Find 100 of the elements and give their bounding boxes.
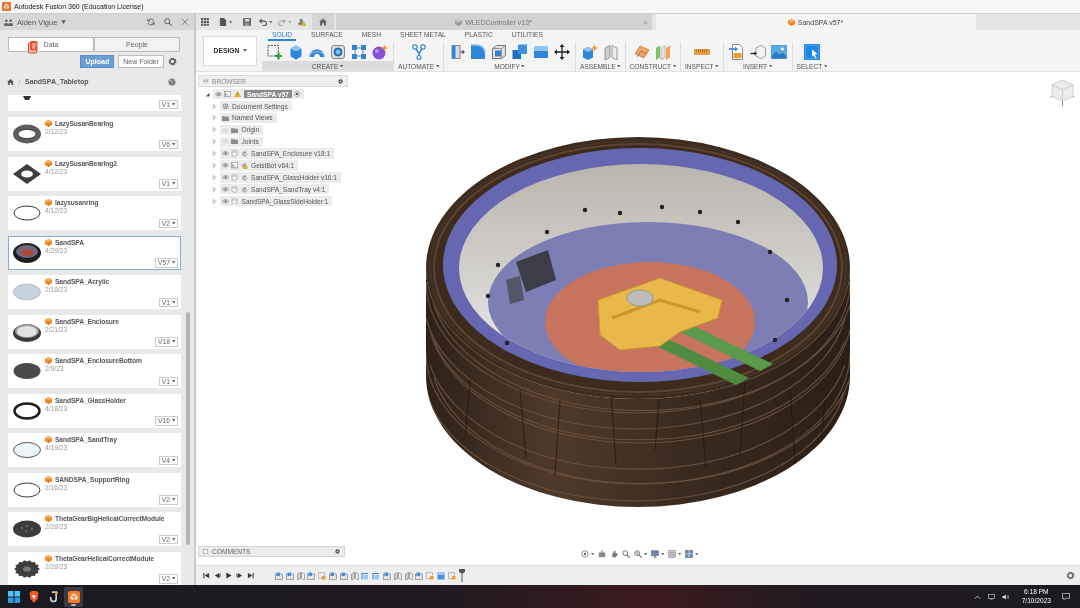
volume-icon[interactable] [1001, 593, 1009, 600]
eye-icon[interactable] [221, 186, 229, 193]
shield-icon [27, 590, 40, 603]
home-icon[interactable] [7, 78, 14, 85]
caret-icon [229, 20, 233, 24]
taskbar-app[interactable] [64, 586, 83, 607]
eye-icon[interactable] [214, 90, 222, 98]
thin-ring-icon [12, 203, 41, 223]
search-icon[interactable] [164, 18, 172, 26]
settings-icon[interactable] [1066, 571, 1075, 580]
scrollbar[interactable] [186, 312, 190, 545]
sketch-plus-icon[interactable] [267, 43, 283, 60]
step-back-icon[interactable] [214, 572, 221, 579]
box-icon[interactable] [436, 571, 445, 580]
hinge-icon[interactable] [602, 43, 619, 60]
pin-icon[interactable] [335, 549, 340, 554]
grid-icon[interactable] [668, 550, 676, 558]
caret-icon [171, 340, 175, 344]
axis-icon[interactable] [372, 571, 381, 580]
component-icon [224, 90, 231, 98]
save-icon[interactable] [242, 18, 251, 26]
caret-icon[interactable] [205, 91, 210, 97]
pin-icon[interactable] [338, 78, 343, 84]
display-icon[interactable] [651, 550, 659, 558]
sketch-icon[interactable] [426, 571, 435, 580]
joint-icon[interactable] [296, 571, 305, 580]
zoom-window-icon[interactable] [634, 550, 642, 558]
component-icon[interactable] [339, 571, 348, 580]
close-icon[interactable] [181, 18, 189, 26]
box-icon[interactable] [288, 43, 304, 60]
undo-icon[interactable] [258, 18, 267, 26]
push-pull-icon[interactable] [449, 43, 466, 60]
move-icon[interactable] [554, 43, 571, 60]
globe-icon[interactable] [168, 77, 176, 86]
component-icon[interactable] [307, 571, 316, 580]
caret-icon [171, 458, 175, 462]
axis-icon[interactable] [361, 571, 370, 580]
insert-cube-icon[interactable] [749, 43, 766, 60]
body-icon [231, 150, 238, 157]
skip-to-start-icon[interactable] [203, 572, 210, 579]
settings-icon[interactable] [168, 57, 177, 66]
eye-icon[interactable] [221, 174, 229, 181]
zoom-icon[interactable] [622, 550, 630, 558]
eye-icon[interactable] [221, 197, 229, 205]
home-tab[interactable] [311, 14, 334, 30]
cube-star-icon[interactable] [581, 43, 598, 60]
refresh-icon[interactable] [147, 18, 155, 26]
viewports-icon[interactable] [685, 550, 693, 558]
caret-icon [171, 537, 175, 541]
caret-icon [823, 64, 828, 68]
orbit-icon[interactable] [581, 550, 589, 558]
eye-icon[interactable] [221, 150, 229, 157]
step-forward-icon[interactable] [236, 572, 243, 579]
insert-file-icon[interactable] [728, 43, 745, 60]
cube-icon [45, 357, 52, 364]
combine-icon[interactable] [512, 43, 529, 60]
skip-to-end-icon[interactable] [247, 572, 254, 579]
network-icon[interactable] [987, 593, 995, 600]
chevron-up-icon[interactable] [973, 593, 981, 600]
radio-button[interactable] [294, 91, 301, 98]
app-logo-icon [2, 2, 11, 11]
collapse-icon[interactable] [203, 79, 209, 83]
component-icon[interactable] [415, 571, 424, 580]
node-graph-icon[interactable] [410, 43, 427, 60]
settings-icon [221, 102, 229, 110]
close-icon[interactable] [642, 19, 648, 25]
parallel-planes-icon[interactable] [655, 43, 672, 60]
select-icon[interactable] [803, 43, 820, 60]
caret-icon [242, 49, 247, 52]
joint-icon[interactable] [350, 571, 359, 580]
component-icon[interactable] [275, 571, 283, 580]
pattern-icon[interactable] [351, 43, 367, 60]
app-grid-icon[interactable] [201, 18, 209, 26]
caret-icon [268, 20, 272, 24]
file-icon[interactable] [219, 18, 227, 26]
eye-icon[interactable] [221, 162, 229, 169]
cube-icon [45, 278, 52, 285]
look-at-icon[interactable] [598, 550, 606, 558]
app-logo-icon [67, 590, 80, 603]
plane-icon[interactable] [634, 43, 651, 60]
user-warning-icon[interactable] [297, 18, 306, 26]
joint-icon[interactable] [393, 571, 402, 580]
component-icon[interactable] [285, 571, 294, 580]
timeline-marker-icon[interactable] [458, 569, 465, 582]
expand-icon[interactable] [203, 549, 208, 554]
notification-icon[interactable] [1062, 593, 1070, 600]
shell-icon[interactable] [491, 43, 508, 60]
play-icon[interactable] [225, 572, 232, 579]
cube-icon [45, 120, 52, 127]
component-icon[interactable] [329, 571, 337, 580]
caret-icon [171, 300, 175, 304]
component-icon[interactable] [382, 571, 391, 580]
redo-icon[interactable] [278, 18, 286, 26]
sketch-icon[interactable] [318, 571, 327, 580]
pan-icon[interactable] [610, 550, 618, 558]
hole-icon[interactable] [330, 43, 346, 60]
disc-icon [12, 361, 41, 381]
fillet-icon[interactable] [470, 43, 487, 60]
joint-icon[interactable] [404, 571, 413, 580]
image-icon[interactable] [770, 43, 787, 60]
